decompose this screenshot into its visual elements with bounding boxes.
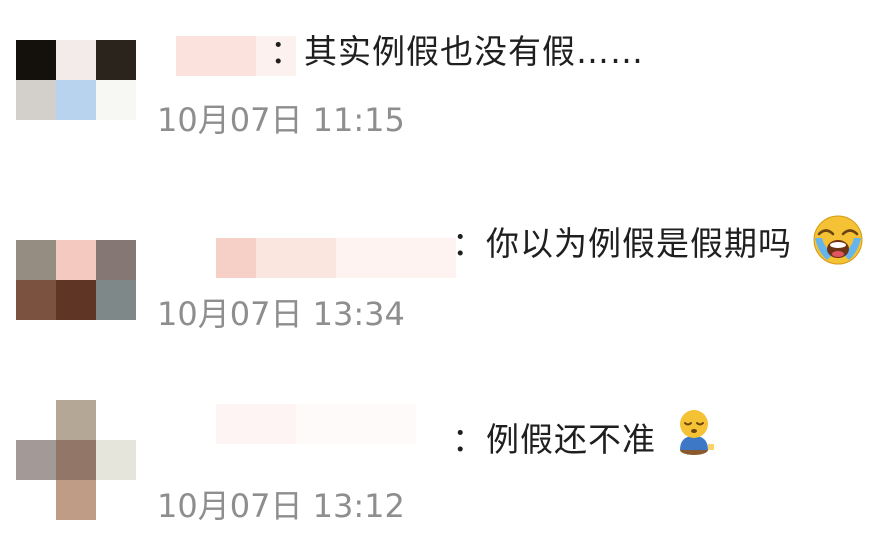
avatar-pixel [56,320,96,360]
avatar-pixel [56,480,96,520]
avatar-pixel [56,440,96,480]
avatar[interactable] [16,240,136,360]
avatar-pixel [96,320,136,360]
name-pixel [336,238,456,278]
avatar-pixel [96,480,136,520]
comment-timestamp: 10月07日 11:15 [157,100,405,140]
avatar-pixel [96,240,136,280]
avatar-pixel [16,240,56,280]
avatar-pixel [56,40,96,80]
avatar-pixel [96,400,136,440]
avatar-pixel [96,280,136,320]
loudly-crying-face-icon [813,215,863,265]
avatar-pixel [56,240,96,280]
username-blurred[interactable] [216,238,456,278]
avatar-pixel [56,400,96,440]
comment-time: 11:15 [312,101,405,139]
comment-time: 13:12 [312,487,405,525]
name-pixel [256,238,336,278]
name-pixel [176,36,256,76]
comment-date: 10月07日 [157,295,303,333]
comment-text: ：你以为例假是假期吗 [452,224,792,263]
comment-text: ：其实例假也没有假…… [270,32,644,71]
name-pixel [216,238,256,278]
avatar[interactable] [16,40,136,160]
sleepy-person-icon [680,410,714,455]
name-pixel [216,404,296,444]
avatar-pixel [96,40,136,80]
comment-text: ：例假还不准 [452,420,656,459]
avatar[interactable] [16,400,136,520]
comment-time: 13:34 [312,295,405,333]
avatar-pixel [16,280,56,320]
avatar-pixel [56,80,96,120]
avatar-pixel [16,40,56,80]
avatar-pixel [56,280,96,320]
avatar-pixel [16,480,56,520]
avatar-pixel [96,80,136,120]
username-blurred[interactable] [216,404,416,444]
comment-date: 10月07日 [157,101,303,139]
avatar-pixel [16,400,56,440]
avatar-pixel [16,80,56,120]
comment-timestamp: 10月07日 13:12 [157,486,405,526]
comment-timestamp: 10月07日 13:34 [157,294,405,334]
avatar-pixel [96,120,136,160]
comment-item[interactable]: ：你以为例假是假期吗 10月07日 13:34 [0,190,896,360]
comment-item[interactable]: ：其实例假也没有假…… 10月07日 11:15 [0,0,896,160]
avatar-pixel [16,120,56,160]
avatar-pixel [56,120,96,160]
comment-item[interactable]: ：例假还不准 10月07日 13:12 [0,390,896,538]
avatar-pixel [96,440,136,480]
name-pixel [296,404,416,444]
avatar-pixel [16,320,56,360]
avatar-pixel [16,440,56,480]
comment-date: 10月07日 [157,487,303,525]
